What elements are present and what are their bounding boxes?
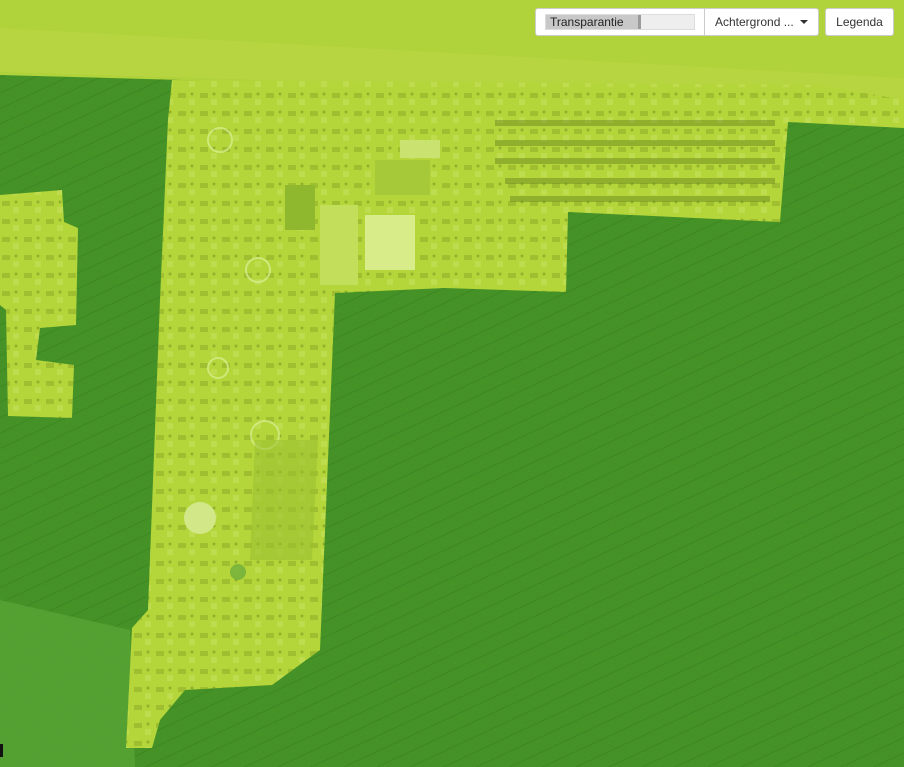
map-layer	[0, 0, 904, 767]
caret-down-icon	[799, 20, 808, 24]
transparency-control: Transparantie	[535, 8, 705, 36]
transparency-slider[interactable]: Transparantie	[545, 14, 695, 30]
transparency-label: Transparantie	[550, 15, 624, 29]
legend-button-label: Legenda	[836, 15, 883, 29]
scale-marker	[0, 744, 3, 757]
legend-button[interactable]: Legenda	[825, 8, 894, 36]
map-toolbar: Transparantie Achtergrond ...	[535, 8, 819, 36]
transparency-slider-handle[interactable]	[638, 15, 641, 29]
background-dropdown-label: Achtergrond ...	[715, 15, 794, 29]
map-canvas[interactable]	[0, 0, 904, 767]
background-dropdown[interactable]: Achtergrond ...	[705, 8, 819, 36]
dome-structure	[184, 502, 216, 534]
